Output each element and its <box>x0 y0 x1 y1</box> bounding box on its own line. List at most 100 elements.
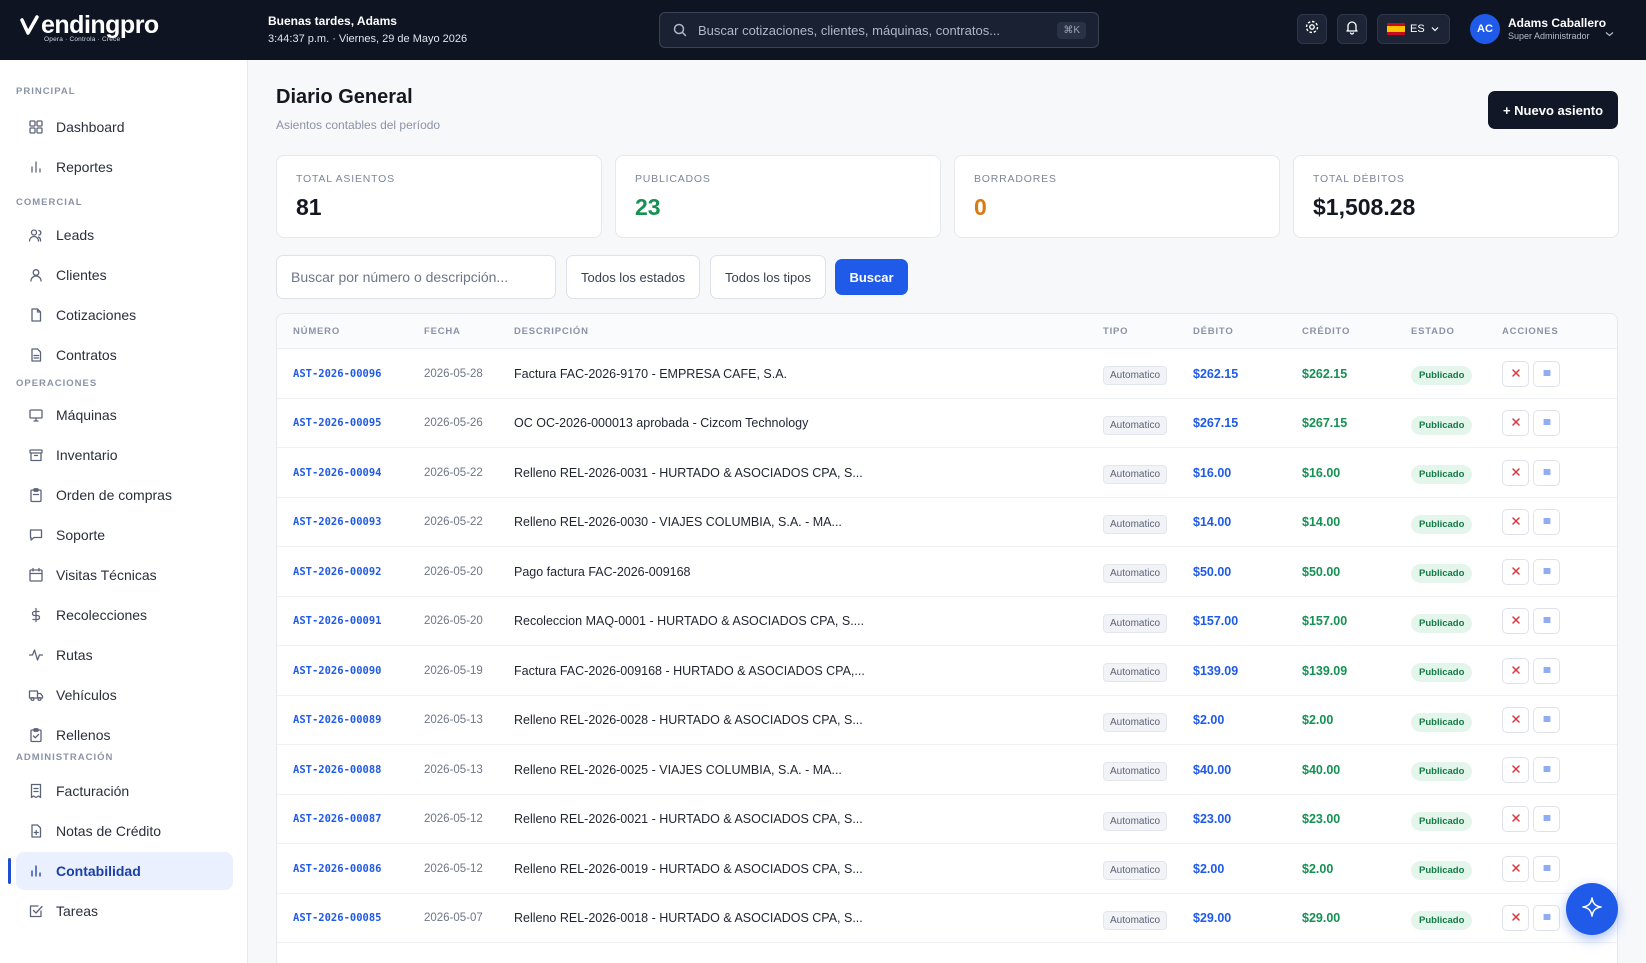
table-row[interactable]: AST-2026-00093 2026-05-22 Relleno REL-2026… <box>277 498 1617 548</box>
file-text-icon <box>28 347 44 363</box>
sidebar-item-notas-de-credito[interactable]: Notas de Crédito <box>16 812 233 850</box>
table-row[interactable]: AST-2026-00091 2026-05-20 Recoleccion MAQ-… <box>277 597 1617 647</box>
sidebar-item-reportes[interactable]: Reportes <box>16 148 233 186</box>
table-row[interactable]: AST-2026-00089 2026-05-13 Relleno REL-2026… <box>277 696 1617 746</box>
sparkle-icon <box>1581 896 1603 923</box>
table-row[interactable]: AST-2026-00095 2026-05-26 OC OC-2026-00001… <box>277 399 1617 449</box>
greeting-block: Buenas tardes, Adams 3:44:37 p.m. · Vier… <box>268 14 467 47</box>
delete-entry-button[interactable] <box>1502 410 1529 437</box>
sidebar-item-facturacion[interactable]: Facturación <box>16 772 233 810</box>
journal-entries-table: NÚMERO FECHA DESCRIPCIÓN TIPO DÉBITO CRÉDITO E… <box>276 313 1618 963</box>
entry-type-cell: Automatico <box>1103 597 1168 647</box>
view-entry-button[interactable] <box>1533 509 1560 536</box>
table-row[interactable]: AST-2026-00087 2026-05-12 Relleno REL-2026… <box>277 795 1617 845</box>
delete-entry-button[interactable] <box>1502 806 1529 833</box>
view-entry-button[interactable] <box>1533 558 1560 585</box>
user-menu-chevron-icon[interactable] <box>1605 24 1614 42</box>
table-row[interactable]: AST-2026-00086 2026-05-12 Relleno REL-2026… <box>277 844 1617 894</box>
entry-number-link[interactable]: AST-2026-00087 <box>293 795 382 845</box>
sidebar-item-inventario[interactable]: Inventario <box>16 436 233 474</box>
sidebar-item-contratos[interactable]: Contratos <box>16 336 233 374</box>
sidebar-item-soporte[interactable]: Soporte <box>16 516 233 554</box>
delete-entry-button[interactable] <box>1502 608 1529 635</box>
delete-entry-button[interactable] <box>1502 756 1529 783</box>
sidebar-item-tareas[interactable]: Tareas <box>16 892 233 930</box>
sidebar-item-rellenos[interactable]: Rellenos <box>16 716 233 754</box>
view-entry-button[interactable] <box>1533 608 1560 635</box>
table-row[interactable]: AST-2026-00085 2026-05-07 Relleno REL-2026… <box>277 894 1617 944</box>
sidebar-item-orden-de-compras[interactable]: Orden de compras <box>16 476 233 514</box>
settings-button[interactable] <box>1297 14 1327 44</box>
assistant-fab-button[interactable] <box>1566 883 1618 935</box>
sidebar-item-cotizaciones[interactable]: Cotizaciones <box>16 296 233 334</box>
global-search-placeholder: Buscar cotizaciones, clientes, máquinas,… <box>698 22 1001 38</box>
entry-search-input[interactable]: Buscar por número o descripción... <box>276 255 556 299</box>
sidebar-item-rutas[interactable]: Rutas <box>16 636 233 674</box>
entry-number-link[interactable]: AST-2026-00091 <box>293 597 382 647</box>
sidebar-item-recolecciones[interactable]: Recolecciones <box>16 596 233 634</box>
logo-mark-icon <box>20 14 40 36</box>
entry-debit: $262.15 <box>1193 366 1239 381</box>
delete-entry-button[interactable] <box>1502 459 1529 486</box>
stat-value: $1,508.28 <box>1313 194 1416 220</box>
sidebar-item-label: Máquinas <box>56 407 117 423</box>
new-entry-button[interactable]: + Nuevo asiento <box>1488 91 1618 129</box>
table-row[interactable]: AST-2026-00094 2026-05-22 Relleno REL-2026… <box>277 448 1617 498</box>
entry-number-link[interactable]: AST-2026-00092 <box>293 547 382 597</box>
delete-entry-button[interactable] <box>1502 707 1529 734</box>
sidebar-item-clientes[interactable]: Clientes <box>16 256 233 294</box>
table-row[interactable]: AST-2026-00092 2026-05-20 Pago factura FAC… <box>277 547 1617 597</box>
stat-label: PUBLICADOS <box>635 173 711 185</box>
view-entry-button[interactable] <box>1533 360 1560 387</box>
status-filter-select[interactable]: Todos los estados <box>566 255 701 299</box>
view-entry-button[interactable] <box>1533 410 1560 437</box>
col-actions-header: ACCIONES <box>1502 326 1559 337</box>
type-filter-select[interactable]: Todos los tipos <box>710 255 826 299</box>
entry-number-link[interactable]: AST-2026-00093 <box>293 498 382 548</box>
sidebar-item-leads[interactable]: Leads <box>16 216 233 254</box>
entry-number-link[interactable]: AST-2026-00089 <box>293 696 382 746</box>
status-badge: Publicado <box>1411 712 1473 732</box>
app-logo[interactable]: endingpro Opera · Controla · Crece <box>20 12 159 43</box>
view-entry-button[interactable] <box>1533 806 1560 833</box>
search-button[interactable]: Buscar <box>835 259 908 295</box>
delete-entry-button[interactable] <box>1502 509 1529 536</box>
sidebar-item-maquinas[interactable]: Máquinas <box>16 396 233 434</box>
menu-icon <box>1542 612 1552 630</box>
entry-status-cell: Publicado <box>1411 646 1473 696</box>
user-menu[interactable]: Adams Caballero Super Administrador <box>1508 17 1606 42</box>
entry-description: Pago factura FAC-2026-009168 <box>514 564 691 579</box>
table-row[interactable]: AST-2026-00088 2026-05-13 Relleno REL-2026… <box>277 745 1617 795</box>
view-entry-button[interactable] <box>1533 459 1560 486</box>
global-search-input[interactable]: Buscar cotizaciones, clientes, máquinas,… <box>659 12 1099 48</box>
table-row[interactable]: AST-2026-00096 2026-05-28 Factura FAC-2026… <box>277 349 1617 399</box>
entry-number-link[interactable]: AST-2026-00094 <box>293 448 382 498</box>
entry-description: Relleno REL-2026-0021 - HURTADO & ASOCIA… <box>514 812 863 827</box>
delete-entry-button[interactable] <box>1502 558 1529 585</box>
delete-entry-button[interactable] <box>1502 855 1529 882</box>
sidebar-item-contabilidad[interactable]: Contabilidad <box>16 852 233 890</box>
entry-number-link[interactable]: AST-2026-00090 <box>293 646 382 696</box>
entry-date: 2026-05-20 <box>424 565 483 578</box>
delete-entry-button[interactable] <box>1502 657 1529 684</box>
col-number-header: NÚMERO <box>293 326 341 337</box>
view-entry-button[interactable] <box>1533 756 1560 783</box>
entry-number-link[interactable]: AST-2026-00086 <box>293 844 382 894</box>
table-row[interactable]: AST-2026-00090 2026-05-19 Factura FAC-2026… <box>277 646 1617 696</box>
entry-number-link[interactable]: AST-2026-00096 <box>293 349 382 399</box>
notifications-button[interactable] <box>1337 14 1367 44</box>
entry-number-link[interactable]: AST-2026-00088 <box>293 745 382 795</box>
view-entry-button[interactable] <box>1533 657 1560 684</box>
view-entry-button[interactable] <box>1533 855 1560 882</box>
sidebar-item-dashboard[interactable]: Dashboard <box>16 108 233 146</box>
delete-entry-button[interactable] <box>1502 905 1529 932</box>
user-avatar[interactable]: AC <box>1470 14 1500 44</box>
view-entry-button[interactable] <box>1533 707 1560 734</box>
delete-entry-button[interactable] <box>1502 360 1529 387</box>
sidebar-item-vehiculos[interactable]: Vehículos <box>16 676 233 714</box>
sidebar-item-visitas-tecnicas[interactable]: Visitas Técnicas <box>16 556 233 594</box>
language-selector[interactable]: ES <box>1377 14 1450 44</box>
entry-number-link[interactable]: AST-2026-00095 <box>293 399 382 449</box>
view-entry-button[interactable] <box>1533 905 1560 932</box>
entry-number-link[interactable]: AST-2026-00085 <box>293 894 382 944</box>
